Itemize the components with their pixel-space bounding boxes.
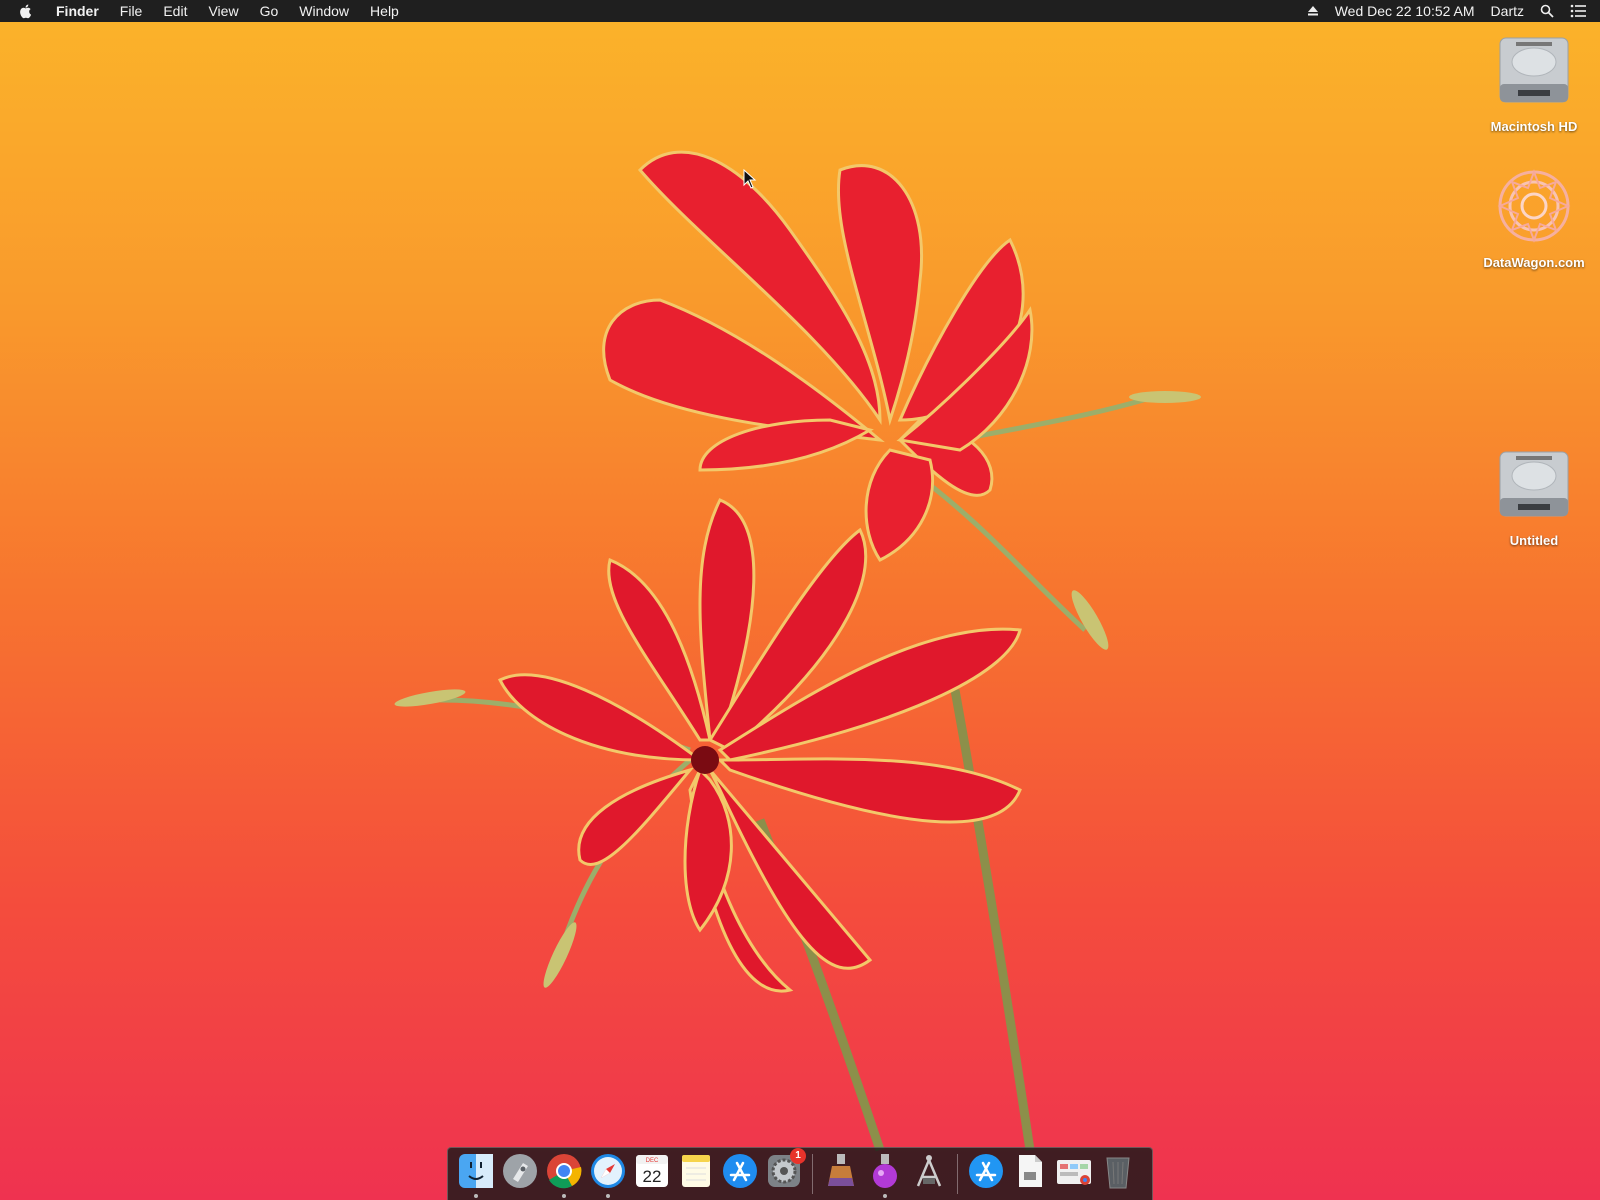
desktop-icon-label: DataWagon.com	[1483, 255, 1585, 270]
safari-icon	[591, 1154, 625, 1188]
applications-folder-icon	[969, 1154, 1003, 1188]
wallpaper-flower-image	[394, 150, 1201, 1152]
desktop-icon-untitled[interactable]: Untitled	[1474, 446, 1594, 548]
dock-app-store[interactable]	[720, 1152, 760, 1196]
apple-logo[interactable]	[18, 3, 34, 19]
app-store-icon	[723, 1154, 757, 1188]
dock-trash[interactable]	[1098, 1152, 1138, 1196]
dock-utility-app-2[interactable]	[865, 1152, 905, 1198]
trash-icon	[1106, 1157, 1130, 1189]
running-indicator	[883, 1194, 887, 1198]
hard-drive-icon	[1499, 451, 1569, 517]
desktop-icon-datawagon[interactable]: DataWagon.com	[1474, 168, 1594, 270]
notification-center-icon[interactable]	[1570, 4, 1586, 18]
clock-datetime[interactable]: Wed Dec 22 10:52 AM	[1335, 3, 1475, 19]
menu-file[interactable]: File	[120, 3, 143, 19]
dock-applications-folder[interactable]	[966, 1152, 1006, 1196]
dock-system-preferences[interactable]: 1	[764, 1148, 806, 1196]
desktop-icon-label: Macintosh HD	[1490, 119, 1578, 134]
notification-badge: 1	[790, 1148, 806, 1164]
utility-app-2-icon	[873, 1154, 897, 1188]
menu-bar: Finder File Edit View Go Window Help Wed…	[0, 0, 1600, 22]
eject-icon[interactable]	[1307, 5, 1319, 17]
menu-go[interactable]: Go	[260, 3, 279, 19]
launchpad-icon	[503, 1154, 537, 1188]
desktop-icon-macintosh-hd[interactable]: Macintosh HD	[1474, 32, 1594, 134]
dock-utility-app-1[interactable]	[821, 1152, 861, 1196]
dock-safari[interactable]	[588, 1152, 628, 1198]
chrome-apps-folder-icon	[1057, 1160, 1091, 1185]
running-indicator	[562, 1194, 566, 1198]
calendar-day: 22	[643, 1167, 662, 1186]
menu-edit[interactable]: Edit	[163, 3, 187, 19]
mouse-cursor-icon	[743, 169, 757, 189]
user-name[interactable]: Dartz	[1491, 3, 1524, 19]
utility-app-1-icon	[828, 1154, 854, 1186]
chrome-icon	[547, 1154, 582, 1189]
running-indicator	[474, 1194, 478, 1198]
menu-app-name[interactable]: Finder	[56, 3, 99, 19]
dock-launchpad[interactable]	[500, 1152, 540, 1196]
dock-finder[interactable]	[456, 1152, 496, 1198]
dock: DEC 22 1	[447, 1147, 1153, 1200]
dock-calendar[interactable]: DEC 22	[632, 1152, 672, 1196]
menu-help[interactable]: Help	[370, 3, 399, 19]
mandala-image-icon	[1497, 169, 1571, 243]
running-indicator	[606, 1194, 610, 1198]
dock-document[interactable]	[1010, 1152, 1050, 1196]
notes-icon	[682, 1155, 710, 1187]
dock-separator	[812, 1154, 813, 1194]
calendar-month: DEC	[646, 1158, 659, 1164]
finder-icon	[459, 1154, 493, 1188]
menu-window[interactable]: Window	[299, 3, 349, 19]
document-icon	[1019, 1155, 1042, 1187]
dock-separator	[957, 1154, 958, 1194]
spotlight-search-icon[interactable]	[1540, 4, 1554, 18]
hard-drive-icon	[1499, 37, 1569, 103]
utility-app-3-icon	[916, 1155, 942, 1187]
dock-utility-app-3[interactable]	[909, 1152, 949, 1196]
dock-chrome-apps-folder[interactable]	[1054, 1152, 1094, 1196]
dock-chrome[interactable]	[544, 1152, 584, 1198]
menu-view[interactable]: View	[208, 3, 238, 19]
desktop-icon-label: Untitled	[1509, 533, 1559, 548]
calendar-icon: DEC 22	[636, 1155, 668, 1187]
dock-notes[interactable]	[676, 1152, 716, 1196]
